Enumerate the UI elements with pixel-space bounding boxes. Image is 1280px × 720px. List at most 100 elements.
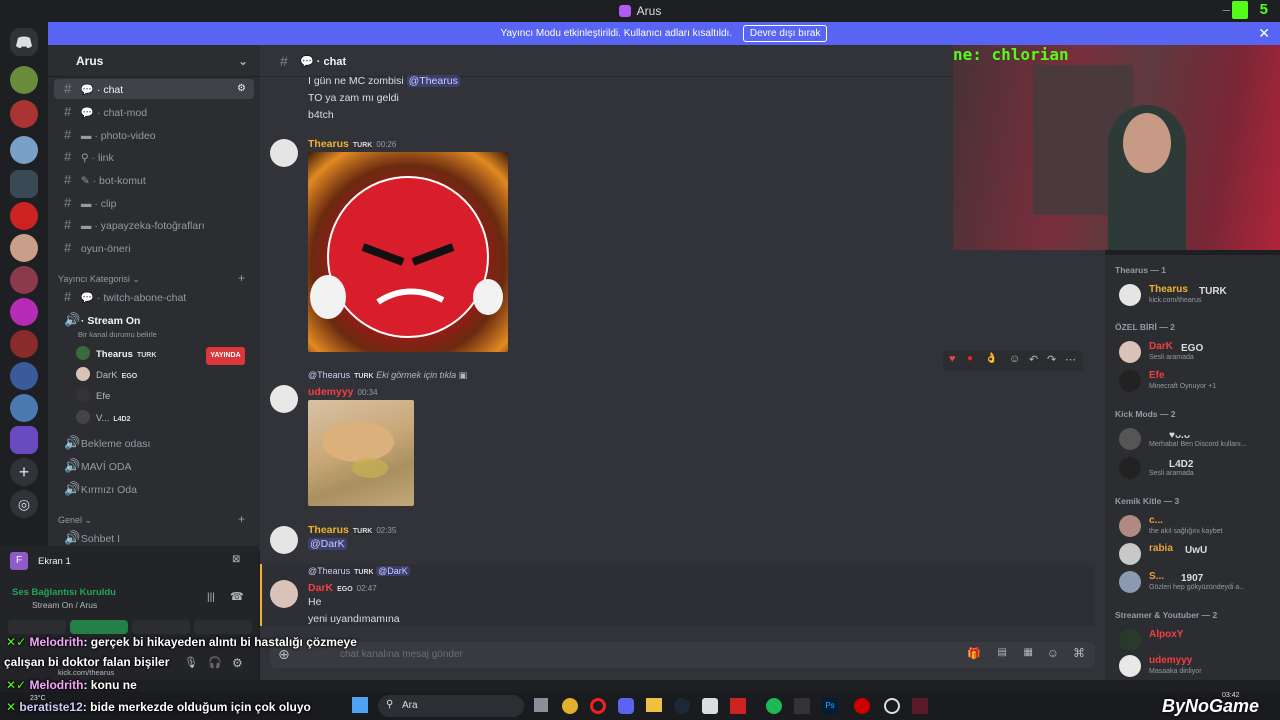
server-icon-8[interactable]	[10, 298, 38, 326]
channel-twitch-abone-chat[interactable]: # 💬 · twitch-abone-chat	[54, 287, 254, 307]
voice-connected-status[interactable]: Ses Bağlantısı Kuruldu	[12, 587, 116, 598]
obs-icon[interactable]	[884, 698, 900, 714]
voice-channel-status[interactable]: Bir kanal durumu belirle	[78, 330, 157, 339]
media-app-icon[interactable]	[730, 698, 746, 714]
apps-icon[interactable]: ⌘	[1073, 646, 1085, 660]
server-icon-9[interactable]	[10, 330, 38, 358]
channel-photo-video[interactable]: # ▬ · photo-video	[54, 125, 254, 145]
category-yayinci[interactable]: Yayıncı Kategorisi ⌄ +	[58, 271, 245, 285]
server-icon-11[interactable]	[10, 394, 38, 422]
voice-channel-kirmizi[interactable]: 🔊 Kırmızı Oda	[54, 479, 254, 499]
avatar[interactable]	[270, 385, 298, 413]
add-channel-icon[interactable]: +	[238, 512, 245, 526]
folder-icon[interactable]	[646, 698, 662, 712]
author-name[interactable]: Thearus	[308, 524, 349, 536]
member-item[interactable]: ♥ᴗ.ᴗ Merhaba! Ben Discord kullanı...	[1119, 426, 1279, 454]
epic-games-icon[interactable]	[794, 698, 810, 714]
voice-channel-bekleme[interactable]: 🔊 Bekleme odası	[54, 433, 254, 453]
photoshop-icon[interactable]: Ps	[822, 698, 838, 714]
avatar[interactable]	[270, 580, 298, 608]
app-icon[interactable]	[702, 698, 718, 714]
member-item[interactable]: c... the akıl sağlığını kaybet	[1119, 513, 1279, 541]
channel-bot-komut[interactable]: # ✎ · bot-komut	[54, 170, 254, 190]
member-item[interactable]: AlpoxY	[1119, 627, 1279, 655]
voice-user[interactable]: DarK EGO	[76, 367, 138, 385]
channel-link[interactable]: # ⚲ · link	[54, 147, 254, 167]
server-icon-6[interactable]	[10, 234, 38, 262]
reply-icon[interactable]: ↶	[1029, 353, 1038, 366]
explore-icon[interactable]: ◎	[10, 490, 38, 518]
member-item[interactable]: Thearus TURK kick.com/thearus	[1119, 282, 1279, 310]
emoji-icon[interactable]: ☺	[1047, 646, 1059, 660]
author-name[interactable]: DarK	[308, 582, 333, 594]
valorant-icon[interactable]	[912, 698, 928, 714]
turkey-flag-reaction-icon[interactable]: ●	[967, 353, 973, 364]
streamer-mode-banner: Yayıncı Modu etkinleştirildi. Kullanıcı …	[48, 22, 1280, 45]
channel-label: photo-video	[100, 130, 156, 142]
voice-user[interactable]: Efe	[76, 388, 110, 404]
member-item[interactable]: L4D2 Sesli aramada	[1119, 455, 1279, 483]
channel-yapayzeka[interactable]: # ▬ · yapayzeka-fotoğrafları	[54, 215, 254, 235]
member-item[interactable]: rabia UwU	[1119, 541, 1279, 569]
disconnect-icon[interactable]: ☎	[230, 590, 244, 603]
server-icon-7[interactable]	[10, 266, 38, 294]
reply-preview[interactable]: @Thearus TURK Eki görmek için tıkla ▣	[308, 370, 467, 381]
avatar[interactable]	[270, 526, 298, 554]
discord-taskbar-icon[interactable]	[618, 698, 634, 714]
server-icon-arus[interactable]	[10, 426, 38, 454]
author-name[interactable]: Thearus	[308, 138, 349, 150]
close-banner-icon[interactable]: ✕	[1258, 22, 1270, 45]
gift-icon[interactable]: 🎁	[967, 647, 981, 660]
channel-chat-mod[interactable]: # 💬 · chat-mod	[54, 102, 254, 122]
dog-photo-attachment[interactable]	[308, 400, 414, 506]
voice-channel-stream-on[interactable]: 🔊 · Stream On	[54, 310, 254, 330]
author-name[interactable]: udemyyy	[308, 386, 354, 398]
voice-user[interactable]: Thearus TURK YAYINDA	[76, 346, 245, 365]
sticker-icon[interactable]: ▦	[1024, 647, 1033, 658]
stop-share-icon[interactable]: ⊠	[232, 554, 240, 565]
more-options-icon[interactable]: ⋯	[1065, 353, 1076, 366]
disable-streamer-mode-button[interactable]: Devre dışı bırak	[742, 25, 828, 42]
voice-user[interactable]: V... L4D2	[76, 410, 131, 428]
server-icon-10[interactable]	[10, 362, 38, 390]
discord-home-icon[interactable]	[10, 28, 38, 56]
member-item[interactable]: udemyyy Masaaka dinliyor	[1119, 653, 1279, 680]
chrome-icon[interactable]	[562, 698, 578, 714]
server-icon-2[interactable]	[10, 100, 38, 128]
member-item[interactable]: DarK EGO Sesli aramada	[1119, 339, 1279, 367]
channel-oyun-oneri[interactable]: # oyun-öneri	[54, 238, 254, 258]
voice-channel-path[interactable]: Stream On / Arus	[32, 600, 97, 610]
server-icon-3[interactable]	[10, 136, 38, 164]
reply-preview[interactable]: @Thearus TURK @DarK	[308, 566, 410, 576]
add-channel-icon[interactable]: +	[238, 271, 245, 285]
category-genel[interactable]: Genel ⌄ +	[58, 512, 245, 526]
channel-clip[interactable]: # ▬ · clip	[54, 193, 254, 213]
spotify-icon[interactable]	[766, 698, 782, 714]
voice-channel-sohbet[interactable]: 🔊 Sohbet I	[54, 528, 254, 548]
angry-emoji-image[interactable]	[308, 152, 508, 352]
voice-channel-mavi[interactable]: 🔊 MAVİ ODA	[54, 456, 254, 476]
minimize-icon[interactable]: –	[1223, 2, 1230, 17]
sound-wave-icon[interactable]: |||	[207, 592, 215, 603]
title-bar: Arus – 5	[0, 0, 1280, 22]
member-item[interactable]: S... 1907 Gözleri hep gökyüzündeydi a...	[1119, 569, 1279, 597]
message-line: TO ya zam mı geldi	[308, 92, 399, 104]
steam-icon[interactable]	[674, 698, 690, 714]
avatar[interactable]	[270, 139, 298, 167]
member-item[interactable]: Efe Minecraft Oynuyor +1	[1119, 368, 1279, 396]
heart-reaction-icon[interactable]: ♥	[949, 353, 956, 365]
server-icon-5[interactable]	[10, 202, 38, 230]
settings-icon[interactable]: ⚙	[237, 79, 246, 99]
opera-icon[interactable]	[590, 698, 606, 714]
server-icon-1[interactable]	[10, 66, 38, 94]
forward-icon[interactable]: ↷	[1047, 353, 1056, 366]
add-server-icon[interactable]: +	[10, 458, 38, 486]
channel-chat[interactable]: # 💬 · chat ⚙	[54, 79, 254, 99]
live-badge: YAYINDA	[206, 347, 245, 365]
red-app-icon[interactable]	[854, 698, 870, 714]
gif-icon[interactable]: ▤	[998, 647, 1007, 658]
ok-hand-reaction-icon[interactable]: 👌	[985, 353, 997, 364]
server-header[interactable]: Arus ⌄	[48, 45, 260, 77]
add-reaction-icon[interactable]: ☺	[1009, 353, 1020, 365]
server-icon-csgo-skins[interactable]	[10, 170, 38, 198]
